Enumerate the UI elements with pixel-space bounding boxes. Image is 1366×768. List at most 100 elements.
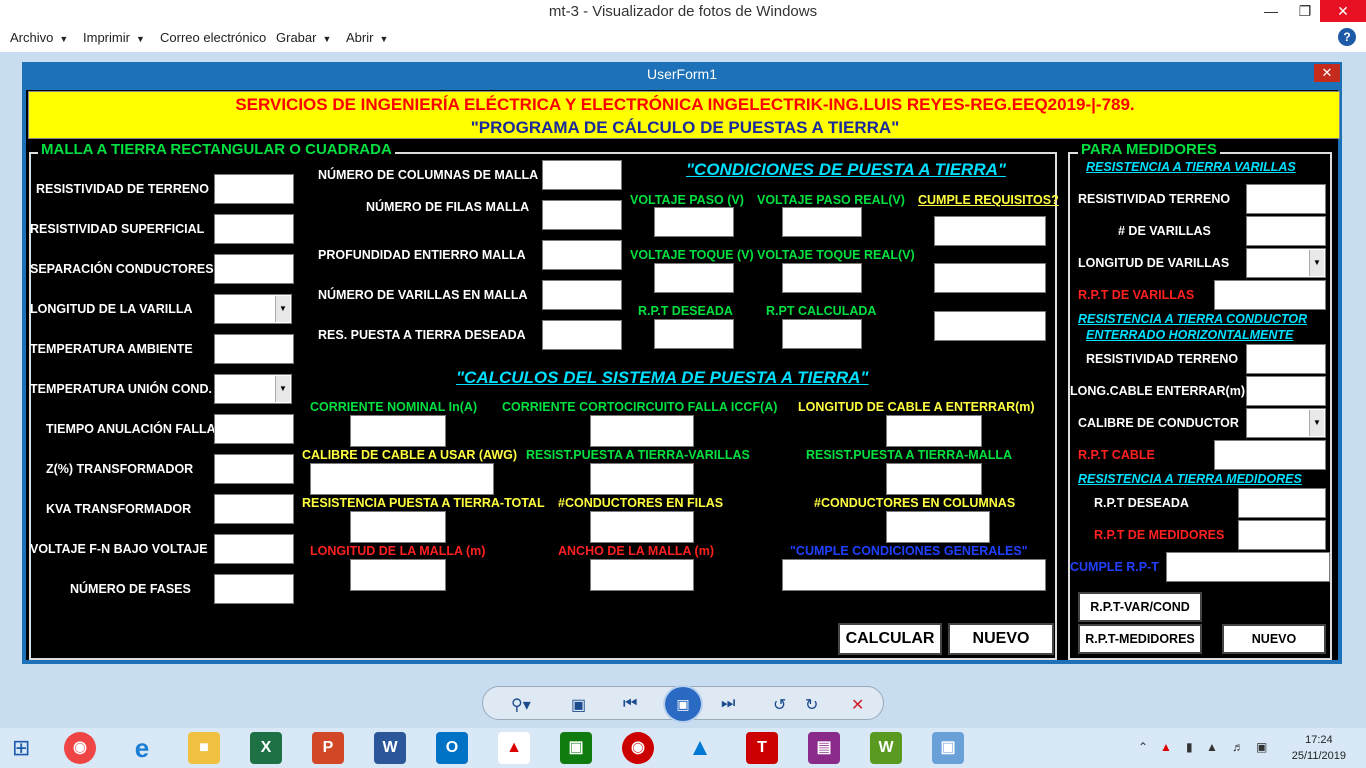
rpt-deseada-field[interactable] bbox=[654, 319, 734, 349]
rpt-medidores-field[interactable] bbox=[1238, 520, 1326, 550]
avira-tray-icon[interactable]: ▲ bbox=[1160, 740, 1172, 754]
cond-filas-field[interactable] bbox=[590, 511, 694, 543]
malla-left-field[interactable] bbox=[214, 414, 294, 444]
corriente-cc-field[interactable] bbox=[590, 415, 694, 447]
photo-viewer-taskbar-icon[interactable]: ▣ bbox=[932, 732, 964, 764]
rpt-calculada-field[interactable] bbox=[782, 319, 862, 349]
rotate-left-icon[interactable]: ↺ bbox=[773, 695, 786, 715]
battery-icon[interactable]: ▮ bbox=[1186, 740, 1193, 754]
viewer-control-bar: ⚲▾ ▣ ⏮ ▣ ⏭ ↺ ↻ ✕ bbox=[482, 685, 884, 723]
close-window-button[interactable]: ✕ bbox=[1320, 0, 1366, 22]
voltaje-toque-field[interactable] bbox=[654, 263, 734, 293]
cumple-generales-field[interactable] bbox=[782, 559, 1046, 591]
cumple-paso-field[interactable] bbox=[934, 216, 1046, 246]
actual-size-icon[interactable]: ▣ bbox=[571, 695, 586, 715]
store-icon[interactable]: ▣ bbox=[560, 732, 592, 764]
malla-left-field[interactable] bbox=[214, 534, 294, 564]
rpt-var-cond-button[interactable]: R.P.T-VAR/COND bbox=[1078, 592, 1202, 622]
previous-icon[interactable]: ⏮ bbox=[623, 695, 637, 713]
malla-left-field[interactable] bbox=[214, 494, 294, 524]
calibre-conductor-select[interactable]: ▼ bbox=[1246, 408, 1326, 438]
longitud-varillas-select[interactable]: ▼ bbox=[1246, 248, 1326, 278]
cumple-rpt-field[interactable] bbox=[934, 311, 1046, 341]
voltaje-toque-real-field[interactable] bbox=[782, 263, 862, 293]
taskbar-clock[interactable]: 17:24 25/11/2019 bbox=[1292, 732, 1346, 764]
menu-grabar[interactable]: Grabar ▼ bbox=[276, 30, 331, 45]
rpt-medidores-button[interactable]: R.P.T-MEDIDORES bbox=[1078, 624, 1202, 654]
nuevo-medidores-button[interactable]: NUEVO bbox=[1222, 624, 1326, 654]
nuevo-malla-button[interactable]: NUEVO bbox=[948, 623, 1054, 655]
menu-abrir[interactable]: Abrir ▼ bbox=[346, 30, 388, 45]
userform-close-button[interactable]: ✕ bbox=[1314, 64, 1340, 82]
resist-total-field[interactable] bbox=[350, 511, 446, 543]
med-rpt-deseada-field[interactable] bbox=[1238, 488, 1326, 518]
num-varillas-field[interactable] bbox=[1246, 216, 1326, 246]
cumple-rpt-med-field[interactable] bbox=[1166, 552, 1330, 582]
long-cable-field[interactable] bbox=[1246, 376, 1326, 406]
ancho-malla-field[interactable] bbox=[590, 559, 694, 591]
malla-left-field[interactable] bbox=[214, 174, 294, 204]
menu-imprimir[interactable]: Imprimir ▼ bbox=[83, 30, 145, 45]
resist-malla-field[interactable] bbox=[886, 463, 982, 495]
malla-mid-field[interactable] bbox=[542, 240, 622, 270]
malla-mid-field[interactable] bbox=[542, 320, 622, 350]
w-app-icon[interactable]: W bbox=[870, 732, 902, 764]
chevron-down-icon[interactable]: ▼ bbox=[275, 376, 290, 402]
longitud-malla-field[interactable] bbox=[350, 559, 446, 591]
avira-icon[interactable]: ▲ bbox=[498, 732, 530, 764]
rpt-cable-field[interactable] bbox=[1214, 440, 1326, 470]
chevron-down-icon[interactable]: ▼ bbox=[1309, 410, 1324, 436]
med-resistividad2-field[interactable] bbox=[1246, 344, 1326, 374]
chrome-icon[interactable]: ◉ bbox=[64, 732, 96, 764]
malla-left-field[interactable] bbox=[214, 254, 294, 284]
menu-correo[interactable]: Correo electrónico bbox=[160, 30, 266, 45]
minimize-button[interactable]: — bbox=[1254, 0, 1288, 22]
calcular-button[interactable]: CALCULAR bbox=[838, 623, 942, 655]
resist-total-label: RESISTENCIA PUESTA A TIERRA-TOTAL bbox=[302, 496, 545, 510]
notifications-tray-icon[interactable]: ▣ bbox=[1256, 740, 1267, 754]
excel-icon[interactable]: X bbox=[250, 732, 282, 764]
next-icon[interactable]: ⏭ bbox=[721, 695, 735, 713]
longitud-cable-field[interactable] bbox=[886, 415, 982, 447]
globe-icon[interactable]: ◉ bbox=[622, 732, 654, 764]
malla-left-select[interactable]: ▼ bbox=[214, 294, 292, 324]
rotate-right-icon[interactable]: ↻ bbox=[805, 695, 818, 715]
restore-button[interactable]: ❐ bbox=[1288, 0, 1322, 22]
windows-start-icon[interactable]: ⊞ bbox=[12, 736, 38, 762]
malla-mid-field[interactable] bbox=[542, 200, 622, 230]
chevron-down-icon[interactable]: ▼ bbox=[1309, 250, 1324, 276]
powerpoint-icon[interactable]: P bbox=[312, 732, 344, 764]
rpt-varillas-field[interactable] bbox=[1214, 280, 1326, 310]
t-app-icon[interactable]: T bbox=[746, 732, 778, 764]
volume-icon[interactable]: ♬ bbox=[1232, 740, 1244, 754]
calibre-cable-field[interactable] bbox=[310, 463, 494, 495]
winrar-icon[interactable]: ▤ bbox=[808, 732, 840, 764]
malla-left-select[interactable]: ▼ bbox=[214, 374, 292, 404]
help-icon[interactable]: ? bbox=[1338, 28, 1356, 46]
menu-archivo[interactable]: Archivo ▼ bbox=[10, 30, 68, 45]
tray-chevron-icon[interactable]: ⌃ bbox=[1138, 740, 1148, 754]
chevron-down-icon[interactable]: ▼ bbox=[275, 296, 290, 322]
malla-left-field[interactable] bbox=[214, 214, 294, 244]
zoom-icon[interactable]: ⚲▾ bbox=[511, 695, 531, 715]
malla-mid-field[interactable] bbox=[542, 160, 622, 190]
malla-left-field[interactable] bbox=[214, 334, 294, 364]
wifi-icon[interactable]: ▲ bbox=[1206, 740, 1218, 754]
delete-icon[interactable]: ✕ bbox=[851, 695, 864, 715]
malla-left-field[interactable] bbox=[214, 574, 294, 604]
azure-icon[interactable]: ▲ bbox=[684, 732, 716, 764]
malla-left-field[interactable] bbox=[214, 454, 294, 484]
slideshow-icon[interactable]: ▣ bbox=[663, 685, 703, 723]
cumple-toque-field[interactable] bbox=[934, 263, 1046, 293]
outlook-icon[interactable]: O bbox=[436, 732, 468, 764]
word-icon[interactable]: W bbox=[374, 732, 406, 764]
malla-mid-field[interactable] bbox=[542, 280, 622, 310]
cond-columnas-field[interactable] bbox=[886, 511, 990, 543]
ie-icon[interactable]: e bbox=[126, 732, 158, 764]
resist-varillas-field[interactable] bbox=[590, 463, 694, 495]
med-resistividad-field[interactable] bbox=[1246, 184, 1326, 214]
corriente-nominal-field[interactable] bbox=[350, 415, 446, 447]
file-explorer-icon[interactable]: ■ bbox=[188, 732, 220, 764]
voltaje-paso-field[interactable] bbox=[654, 207, 734, 237]
voltaje-paso-real-field[interactable] bbox=[782, 207, 862, 237]
